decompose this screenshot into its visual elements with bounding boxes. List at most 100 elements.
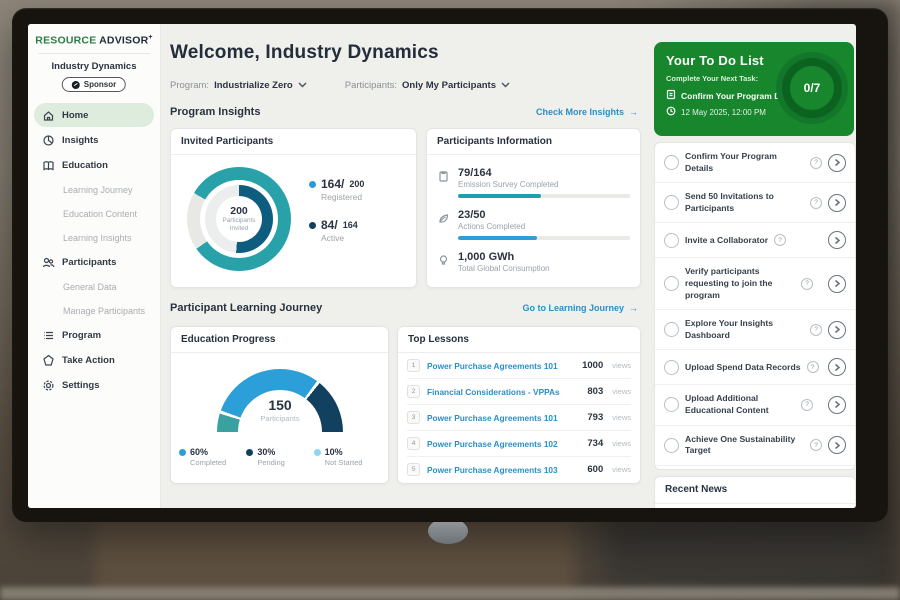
participants-select[interactable]: Participants: Only My Participants [345,80,510,91]
task-checkbox[interactable] [664,155,679,170]
card-title: Top Lessons [398,327,640,353]
leaf-icon [437,212,450,225]
legend-label: Not Started [325,458,380,467]
sidebar-item-general-data[interactable]: General Data [34,275,154,298]
clipboard-icon [437,170,450,183]
stat-label: Total Global Consumption [458,264,630,273]
lesson-link[interactable]: Power Purchase Agreements 102 [427,439,580,449]
sidebar-item-education[interactable]: Education [34,153,154,177]
lesson-rank: 4 [407,437,420,450]
task-checkbox[interactable] [664,438,679,453]
sidebar-item-take-action[interactable]: Take Action [34,348,154,372]
sidebar: RESOURCE ADVISOR+ Industry Dynamics Spon… [28,24,161,508]
help-icon[interactable]: ? [810,324,822,336]
legend-pending: 30% Pending [246,447,312,467]
help-icon[interactable]: ? [810,157,822,169]
sidebar-item-learning-insights[interactable]: Learning Insights [34,226,154,249]
lesson-rank: 5 [407,463,420,476]
sidebar-item-participants[interactable]: Participants [34,250,154,274]
legend-completed: 60% Completed [179,447,245,467]
donut-legend: 164/200 Registered 84/164 Active [309,177,364,259]
task-checkbox[interactable] [664,195,679,210]
views-word: views [612,361,631,370]
task-checkbox[interactable] [664,276,679,291]
task-checkbox[interactable] [664,322,679,337]
lesson-link[interactable]: Power Purchase Agreements 101 [427,361,575,371]
help-icon[interactable]: ? [774,234,786,246]
help-icon[interactable]: ? [810,197,822,209]
lesson-views: 793 [587,412,603,423]
sidebar-item-home[interactable]: Home [34,103,154,127]
education-progress-card: Education Progress 150 Participants 60% … [170,326,389,484]
legend-not-started: 10% Not Started [314,447,380,467]
filter-bar: Program: Industrialize Zero Participants… [170,80,510,91]
sidebar-item-insights[interactable]: Insights [34,128,154,152]
task-label: Confirm Your Program Details [685,151,804,174]
views-word: views [612,465,631,474]
go-to-learning-journey-link[interactable]: Go to Learning Journey → [522,303,638,313]
lesson-views: 803 [587,386,603,397]
monitor-bezel: RESOURCE ADVISOR+ Industry Dynamics Spon… [12,8,888,522]
gauge-label: Participants [217,414,343,423]
sidebar-item-settings[interactable]: Settings [34,373,154,397]
logo-plus: + [148,34,152,41]
lesson-row: 1 Power Purchase Agreements 101 1000 vie… [407,353,631,379]
views-word: views [612,413,631,422]
chevron-right-button[interactable] [828,436,846,454]
lesson-link[interactable]: Power Purchase Agreements 103 [427,465,580,475]
task-checkbox[interactable] [664,360,679,375]
invited-participants-card: Invited Participants 200 Participants In… [170,128,417,288]
task-row: Upload Additional Educational Content ? [655,385,855,425]
help-icon[interactable]: ? [801,399,813,411]
help-icon[interactable]: ? [810,439,822,451]
check-more-insights-link[interactable]: Check More Insights → [536,107,638,117]
todo-column: Your To Do List Complete Your Next Task:… [652,24,856,508]
app-logo[interactable]: RESOURCE ADVISOR+ [28,34,160,47]
chevron-right-button[interactable] [828,396,846,414]
chevron-right-button[interactable] [828,231,846,249]
task-row: Send 50 Invitations to Participants ? [655,183,855,223]
task-row: Upload Spend Data Records ? [655,350,855,385]
sidebar-item-label: Education [62,160,108,171]
todo-progress-ring: 0/7 [782,58,842,118]
legend-percent: 30% [257,447,275,457]
lesson-link[interactable]: Financial Considerations - VPPAs [427,387,580,397]
section-title: Program Insights [170,106,260,118]
sidebar-item-label: Take Action [62,355,115,366]
help-icon[interactable]: ? [801,278,813,290]
sponsor-icon [72,81,80,89]
chevron-right-button[interactable] [828,154,846,172]
arrow-right-icon: → [629,107,638,117]
chevron-down-icon [501,80,510,91]
chevron-right-button[interactable] [828,275,846,293]
task-checkbox[interactable] [664,397,679,412]
home-icon [42,109,55,122]
desk-edge [0,587,900,600]
sidebar-item-label: General Data [63,282,117,292]
sponsor-badge[interactable]: Sponsor [62,77,126,92]
lesson-views: 734 [587,438,603,449]
legend-label: Pending [257,458,312,467]
sidebar-item-program[interactable]: Program [34,323,154,347]
chevron-right-button[interactable] [828,321,846,339]
todo-summary-card: Your To Do List Complete Your Next Task:… [654,42,854,136]
clock-icon [666,106,676,118]
lesson-link[interactable]: Power Purchase Agreements 101 [427,413,580,423]
legend-total: 164 [343,220,358,230]
link-label: Go to Learning Journey [522,303,624,313]
todo-datetime: 12 May 2025, 12:00 PM [666,106,766,118]
task-row: Achieve One Sustainability Target ? [655,426,855,466]
todo-tasks-card: Confirm Your Program Details ? Send 50 I… [654,142,856,470]
sidebar-item-manage-participants[interactable]: Manage Participants [34,299,154,322]
program-select[interactable]: Program: Industrialize Zero [170,80,307,91]
task-checkbox[interactable] [664,233,679,248]
help-icon[interactable]: ? [807,361,819,373]
chevron-right-button[interactable] [828,194,846,212]
chevron-right-button[interactable] [828,358,846,376]
todo-datetime-label: 12 May 2025, 12:00 PM [681,108,766,117]
legend-active: 84/164 Active [309,218,364,243]
sidebar-item-education-content[interactable]: Education Content [34,202,154,225]
desktop-photo-scene: RESOURCE ADVISOR+ Industry Dynamics Spon… [0,0,900,600]
sidebar-item-learning-journey[interactable]: Learning Journey [34,178,154,201]
sidebar-item-label: Education Content [63,209,137,219]
